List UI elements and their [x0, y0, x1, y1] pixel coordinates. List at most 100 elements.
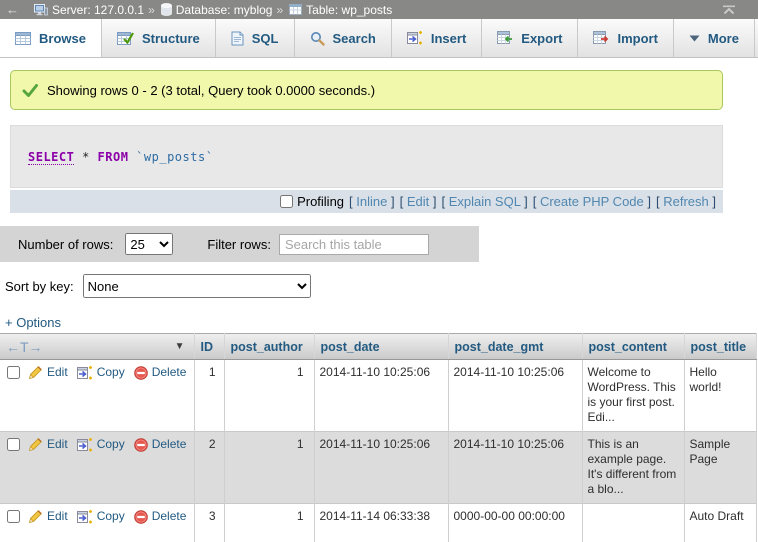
query-link-bracket: [ Create PHP Code ] — [533, 194, 651, 209]
nav-back-arrow-icon[interactable]: ← — [6, 2, 32, 17]
tab-export[interactable]: Export — [482, 19, 578, 57]
row-delete-link[interactable]: Delete — [134, 365, 187, 380]
top-breadcrumb-bar: ← Server: 127.0.0.1»Database: myblog»Tab… — [0, 0, 758, 19]
search-icon — [310, 31, 325, 46]
query-link-edit[interactable]: Edit — [407, 194, 429, 209]
row-edit-link[interactable]: Edit — [28, 437, 68, 452]
tab-insert[interactable]: Insert — [392, 19, 482, 57]
cell-post_title[interactable]: Hello world! — [684, 360, 756, 432]
breadcrumb-separator: » — [276, 3, 283, 17]
copy-icon — [77, 510, 93, 524]
breadcrumb-item-3[interactable]: Table: wp_posts — [306, 3, 392, 17]
cell-ID[interactable]: 1 — [194, 360, 224, 432]
cell-post_date[interactable]: 2014-11-14 06:33:38 — [314, 504, 448, 542]
tab-search[interactable]: Search — [295, 19, 392, 57]
column-header-post_date[interactable]: post_date — [314, 334, 448, 360]
profiling-checkbox[interactable] — [280, 195, 293, 208]
breadcrumb: Server: 127.0.0.1»Database: myblog»Table… — [32, 3, 392, 17]
row-edit-link[interactable]: Edit — [28, 509, 68, 524]
filter-rows-input[interactable] — [279, 234, 429, 255]
query-link-create-php-code[interactable]: Create PHP Code — [540, 194, 644, 209]
sort-by-key-label: Sort by key: — [5, 279, 74, 294]
copy-icon — [77, 438, 93, 452]
chevron-down-icon — [689, 35, 700, 42]
cell-post_author[interactable]: 1 — [224, 432, 314, 504]
options-toggle-link[interactable]: + Options — [5, 315, 61, 330]
cell-post_date[interactable]: 2014-11-10 10:25:06 — [314, 432, 448, 504]
row-copy-link[interactable]: Copy — [77, 509, 125, 524]
tab-label: SQL — [252, 31, 279, 46]
tab-label: Browse — [39, 31, 86, 46]
cell-post_date[interactable]: 2014-11-10 10:25:06 — [314, 360, 448, 432]
column-header-post_content[interactable]: post_content — [582, 334, 684, 360]
server-icon — [34, 4, 48, 16]
tab-sql[interactable]: SQL — [216, 19, 295, 57]
action-label: Copy — [97, 509, 125, 524]
query-link-bracket: [ Inline ] — [349, 194, 395, 209]
breadcrumb-item-2[interactable]: Database: myblog — [176, 3, 273, 17]
row-delete-link[interactable]: Delete — [134, 437, 187, 452]
action-label: Delete — [152, 437, 187, 452]
row-actions-position-toggle[interactable]: ←T→ — [6, 339, 43, 355]
tab-structure[interactable]: Structure — [102, 19, 216, 57]
sort-caret-icon[interactable]: ▼ — [175, 341, 185, 352]
table-row: Edit Copy Delete 312014-11-14 06:33:380000-… — [0, 504, 756, 542]
query-toolbar: Profiling [ Inline ][ Edit ][ Explain SQ… — [10, 190, 723, 213]
row-checkbox[interactable] — [7, 366, 20, 379]
column-header-ID[interactable]: ID — [194, 334, 224, 360]
cell-post_content[interactable]: This is an example page. It's different … — [582, 432, 684, 504]
column-header-post_title[interactable]: post_title — [684, 334, 756, 360]
cell-post_date_gmt[interactable]: 2014-11-10 10:25:06 — [448, 360, 582, 432]
export-icon — [497, 31, 513, 45]
action-label: Edit — [47, 509, 68, 524]
sort-row: Sort by key: None — [0, 272, 758, 300]
row-actions-cell: Edit Copy Delete — [0, 360, 194, 432]
column-header-post_author[interactable]: post_author — [224, 334, 314, 360]
column-header-post_date_gmt[interactable]: post_date_gmt — [448, 334, 582, 360]
tab-label: Import — [617, 31, 657, 46]
cell-ID[interactable]: 3 — [194, 504, 224, 542]
row-copy-link[interactable]: Copy — [77, 437, 125, 452]
table-row: EditCopyDelete112014-11-10 10:25:062014-… — [0, 360, 756, 432]
collapse-icon[interactable] — [722, 5, 736, 15]
table-header-row: ←T→ ▼ IDpost_authorpost_datepost_date_gm… — [0, 334, 756, 360]
delete-icon — [134, 510, 148, 524]
breadcrumb-item-1[interactable]: Server: 127.0.0.1 — [52, 3, 144, 17]
cell-post_author[interactable]: 1 — [224, 504, 314, 542]
cell-post_date_gmt[interactable]: 0000-00-00 00:00:00 — [448, 504, 582, 542]
number-of-rows-label: Number of rows: — [18, 237, 113, 252]
cell-post_title[interactable]: Auto Draft — [684, 504, 756, 542]
query-link-bracket: [ Explain SQL ] — [441, 194, 527, 209]
row-checkbox[interactable] — [7, 510, 20, 523]
tab-more[interactable]: More — [674, 19, 755, 57]
query-link-inline[interactable]: Inline — [356, 194, 387, 209]
tab-label: Insert — [431, 31, 466, 46]
sql-table-name: `wp_posts` — [128, 150, 213, 164]
cell-post_content[interactable] — [582, 504, 684, 542]
row-delete-link[interactable]: Delete — [134, 509, 187, 524]
copy-icon — [77, 366, 93, 380]
query-link-explain-sql[interactable]: Explain SQL — [449, 194, 521, 209]
tab-browse[interactable]: Browse — [0, 19, 102, 57]
insert-icon — [407, 31, 423, 45]
query-link-refresh[interactable]: Refresh — [663, 194, 709, 209]
sort-by-key-select[interactable]: None — [83, 274, 311, 298]
row-copy-link[interactable]: Copy — [77, 365, 125, 380]
sql-keyword-from: FROM — [98, 150, 129, 164]
tab-import[interactable]: Import — [578, 19, 673, 57]
sql-keyword-select[interactable]: SELECT — [28, 150, 74, 165]
cell-post_content[interactable]: Welcome to WordPress. This is your first… — [582, 360, 684, 432]
results-table-wrap: ←T→ ▼ IDpost_authorpost_datepost_date_gm… — [0, 333, 758, 542]
cell-ID[interactable]: 2 — [194, 432, 224, 504]
query-links: [ Inline ] [ Edit ] [ Explain SQL ] [ Creat… — [344, 194, 716, 209]
row-edit-link[interactable]: Edit — [28, 365, 68, 380]
query-link-bracket: [ Edit ] — [400, 194, 437, 209]
action-label: Edit — [47, 437, 68, 452]
page-size-select[interactable]: 25 — [125, 233, 173, 255]
cell-post_title[interactable]: Sample Page — [684, 432, 756, 504]
cell-post_date_gmt[interactable]: 2014-11-10 10:25:06 — [448, 432, 582, 504]
cell-post_author[interactable]: 1 — [224, 360, 314, 432]
row-checkbox[interactable] — [7, 438, 20, 451]
tab-bar: Browse Structure SQL Search Insert Export Impo… — [0, 19, 758, 58]
success-check-icon — [22, 84, 38, 97]
